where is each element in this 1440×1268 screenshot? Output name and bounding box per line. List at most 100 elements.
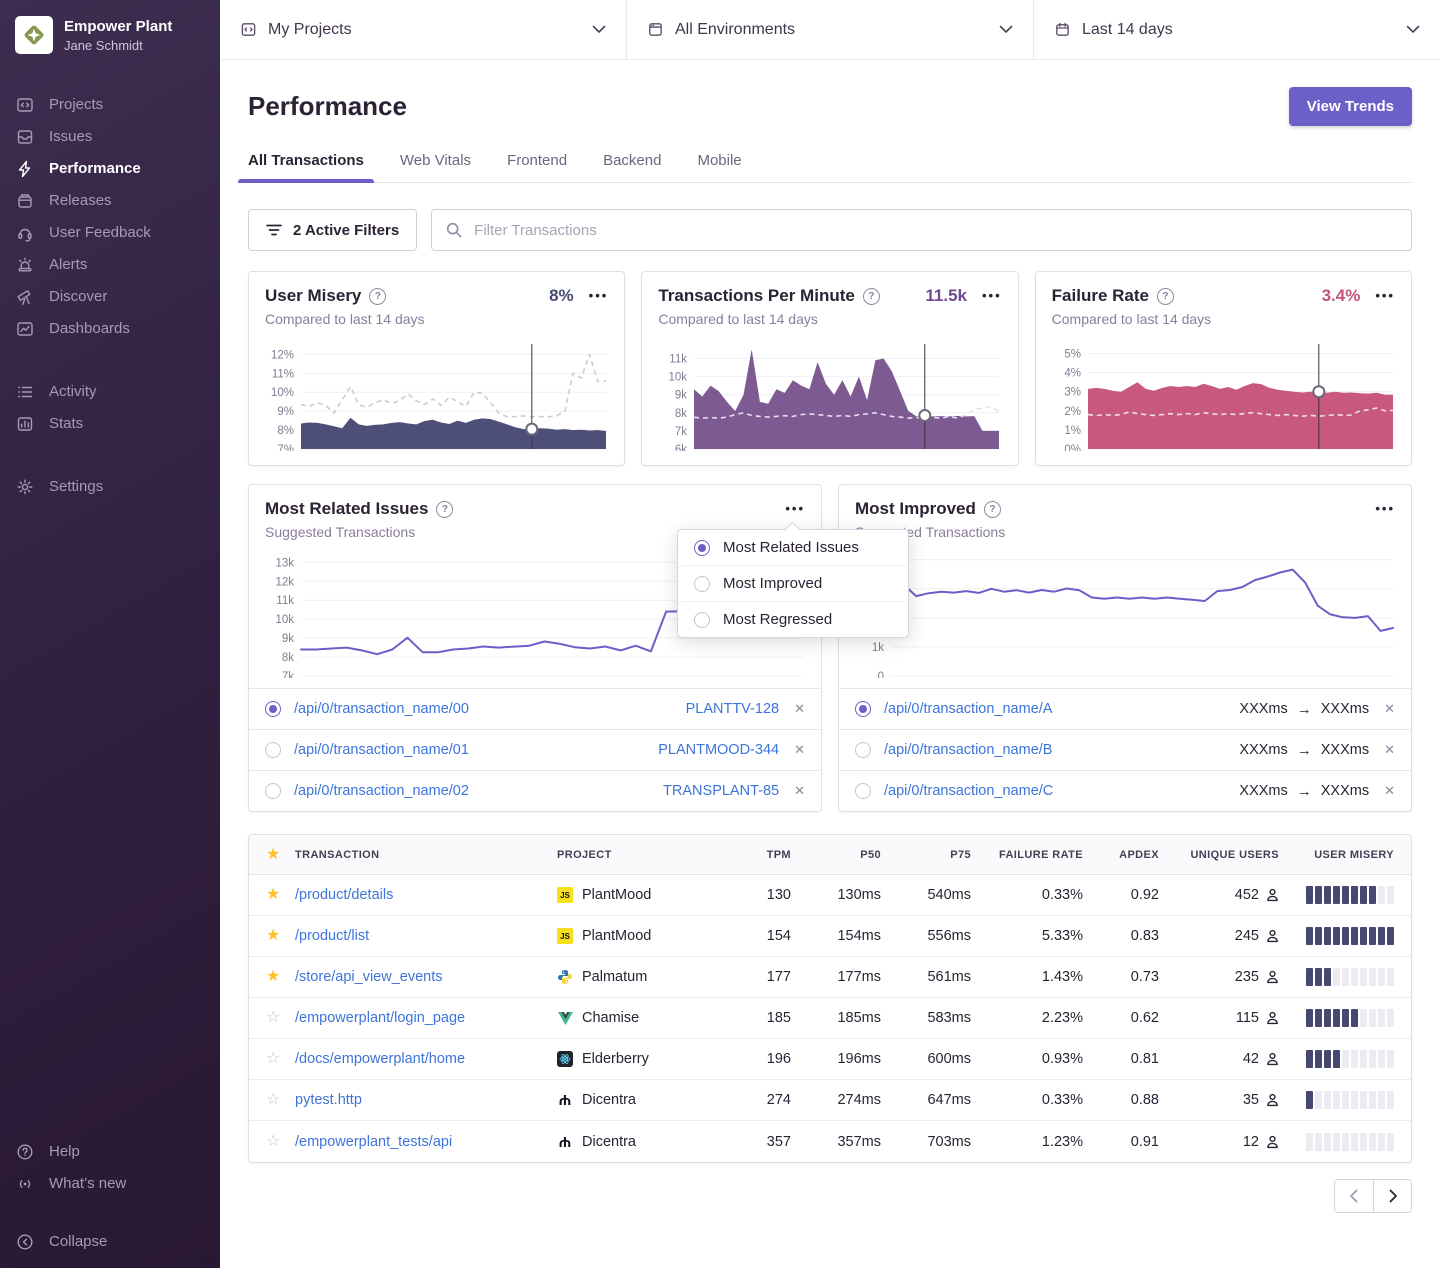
issue-link[interactable]: PLANTMOOD-344: [658, 742, 779, 758]
star-icon[interactable]: [249, 847, 295, 863]
platform-icon: Ψ: [557, 1092, 573, 1108]
transaction-link[interactable]: /store/api_view_events: [295, 969, 557, 985]
transaction-link[interactable]: /api/0/transaction_name/C: [884, 783, 1053, 799]
transaction-link[interactable]: /api/0/transaction_name/B: [884, 742, 1052, 758]
column-header-p75[interactable]: P75: [881, 849, 971, 861]
radio-button[interactable]: [855, 742, 871, 758]
tab-all-transactions[interactable]: All Transactions: [248, 152, 364, 182]
tab-web-vitals[interactable]: Web Vitals: [400, 152, 471, 182]
radio-button: [694, 540, 710, 556]
column-header-project[interactable]: PROJECT: [557, 849, 725, 861]
apdex-value: 0.92: [1083, 887, 1159, 903]
sidebar-item-releases[interactable]: Releases: [16, 190, 204, 211]
previous-page-button[interactable]: [1335, 1180, 1373, 1212]
star-icon[interactable]: [249, 1010, 295, 1026]
sidebar-item-issues[interactable]: Issues: [16, 126, 204, 147]
sidebar-item-performance[interactable]: Performance: [16, 158, 204, 179]
sidebar-item-help[interactable]: Help: [16, 1141, 204, 1162]
environment-selector[interactable]: All Environments: [627, 0, 1034, 59]
help-question-icon[interactable]: ?: [369, 288, 386, 305]
date-range-selector[interactable]: Last 14 days: [1034, 0, 1440, 59]
tab-backend[interactable]: Backend: [603, 152, 661, 182]
transaction-link[interactable]: /api/0/transaction_name/A: [884, 701, 1052, 717]
sidebar-item-activity[interactable]: Activity: [16, 381, 204, 402]
svg-text:9k: 9k: [675, 390, 687, 402]
sidebar-item-whats-new[interactable]: What’s new: [16, 1173, 204, 1194]
star-icon[interactable]: [249, 1092, 295, 1108]
related-transaction-row: /api/0/transaction_name/01 PLANTMOOD-344: [249, 729, 821, 770]
sidebar-item-stats[interactable]: Stats: [16, 413, 204, 434]
close-icon[interactable]: [1384, 742, 1395, 758]
menu-item-most-improved[interactable]: Most Improved: [678, 565, 908, 601]
platform-icon: JS: [557, 887, 573, 903]
most-related-issues-card: Most Related Issues ? Suggested Transact…: [248, 484, 822, 812]
issue-link[interactable]: PLANTTV-128: [686, 701, 780, 717]
card-subtitle: Suggested Transactions: [855, 524, 1395, 540]
card-menu-ellipsis-icon[interactable]: [1375, 504, 1395, 514]
close-icon[interactable]: [1384, 701, 1395, 717]
menu-item-most-related-issues[interactable]: Most Related Issues: [678, 530, 908, 565]
close-icon[interactable]: [794, 783, 805, 799]
project-selector[interactable]: My Projects: [220, 0, 627, 59]
star-icon[interactable]: [249, 928, 295, 944]
sidebar-item-label: Help: [49, 1143, 80, 1160]
sidebar-item-projects[interactable]: Projects: [16, 94, 204, 115]
column-header-unique-users[interactable]: UNIQUE USERS: [1159, 849, 1279, 861]
transaction-link[interactable]: /api/0/transaction_name/02: [294, 783, 469, 799]
star-icon[interactable]: [249, 1134, 295, 1150]
next-page-button[interactable]: [1373, 1180, 1411, 1212]
transaction-search-input[interactable]: [431, 209, 1412, 251]
column-header-user-misery[interactable]: USER MISERY: [1279, 849, 1411, 861]
radio-button[interactable]: [855, 783, 871, 799]
transaction-link[interactable]: pytest.http: [295, 1092, 557, 1108]
radio-button[interactable]: [265, 701, 281, 717]
menu-item-label: Most Regressed: [723, 611, 832, 628]
sidebar-item-user-feedback[interactable]: User Feedback: [16, 222, 204, 243]
card-menu-ellipsis-icon[interactable]: [1375, 291, 1395, 301]
transaction-link[interactable]: /empowerplant_tests/api: [295, 1134, 557, 1150]
card-menu-ellipsis-icon[interactable]: [785, 504, 805, 514]
transaction-link[interactable]: /docs/empowerplant/home: [295, 1051, 557, 1067]
transaction-link[interactable]: /api/0/transaction_name/01: [294, 742, 469, 758]
project-icon: [240, 21, 257, 38]
card-menu-ellipsis-icon[interactable]: [982, 291, 1002, 301]
radio-button[interactable]: [855, 701, 871, 717]
column-header-tpm[interactable]: TPM: [725, 849, 791, 861]
star-icon[interactable]: [249, 1051, 295, 1067]
column-header-apdex[interactable]: APDEX: [1083, 849, 1159, 861]
view-trends-button[interactable]: View Trends: [1289, 87, 1412, 126]
radio-button[interactable]: [265, 742, 281, 758]
close-icon[interactable]: [794, 701, 805, 717]
transaction-link[interactable]: /product/details: [295, 887, 557, 903]
transaction-link[interactable]: /api/0/transaction_name/00: [294, 701, 469, 717]
tab-frontend[interactable]: Frontend: [507, 152, 567, 182]
menu-item-most-regressed[interactable]: Most Regressed: [678, 601, 908, 637]
sidebar-collapse-button[interactable]: Collapse: [16, 1231, 204, 1252]
issue-link[interactable]: TRANSPLANT-85: [663, 783, 779, 799]
help-question-icon[interactable]: ?: [863, 288, 880, 305]
transaction-link[interactable]: /empowerplant/login_page: [295, 1010, 557, 1026]
tab-mobile[interactable]: Mobile: [697, 152, 741, 182]
column-header-transaction[interactable]: TRANSACTION: [295, 849, 557, 861]
sidebar-item-discover[interactable]: Discover: [16, 286, 204, 307]
org-switcher[interactable]: Empower Plant Jane Schmidt: [0, 16, 220, 54]
star-icon[interactable]: [249, 887, 295, 903]
p50-value: 196ms: [791, 1051, 881, 1067]
sidebar-item-dashboards[interactable]: Dashboards: [16, 318, 204, 339]
transaction-link[interactable]: /product/list: [295, 928, 557, 944]
close-icon[interactable]: [1384, 783, 1395, 799]
help-question-icon[interactable]: ?: [1157, 288, 1174, 305]
radio-button[interactable]: [265, 783, 281, 799]
card-menu-ellipsis-icon[interactable]: [589, 291, 609, 301]
p75-value: 600ms: [881, 1051, 971, 1067]
help-question-icon[interactable]: ?: [436, 501, 453, 518]
column-header-failure-rate[interactable]: FAILURE RATE: [971, 849, 1083, 861]
help-question-icon[interactable]: ?: [984, 501, 1001, 518]
close-icon[interactable]: [794, 742, 805, 758]
column-header-p50[interactable]: P50: [791, 849, 881, 861]
sidebar-item-settings[interactable]: Settings: [16, 476, 204, 497]
active-filters-button[interactable]: 2 Active Filters: [248, 209, 417, 251]
sidebar-item-alerts[interactable]: Alerts: [16, 254, 204, 275]
star-icon[interactable]: [249, 969, 295, 985]
sidebar-item-label: What’s new: [49, 1175, 126, 1192]
